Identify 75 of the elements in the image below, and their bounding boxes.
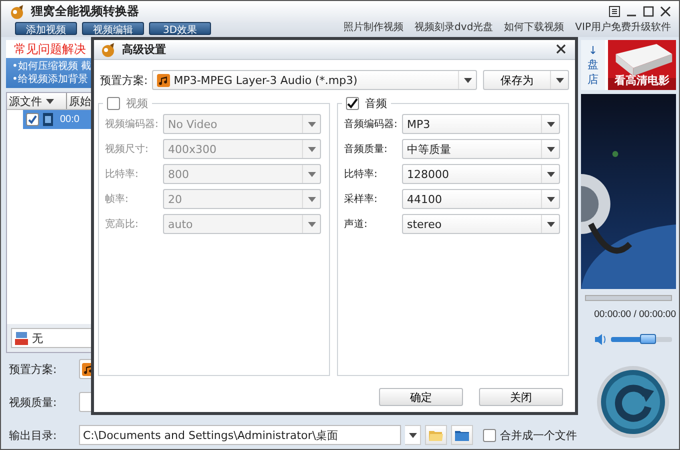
dropdown[interactable]: 44100 [402, 189, 560, 209]
menu-icon[interactable] [609, 6, 620, 17]
field-label: 视频尺寸: [105, 142, 150, 156]
group-checkbox[interactable] [346, 97, 359, 110]
check-icon [347, 98, 358, 109]
field-label: 音频质量: [344, 142, 388, 156]
field-label: 音频编码器: [344, 118, 398, 131]
caret-icon [546, 122, 554, 126]
close-icon[interactable] [660, 6, 671, 17]
speaker-icon[interactable] [595, 334, 607, 345]
merge-checkbox[interactable] [483, 428, 496, 442]
dropdown[interactable]: 128000 [402, 164, 560, 184]
caret-icon [308, 196, 316, 202]
maximize-icon[interactable] [643, 6, 654, 17]
window-title: 狸窝全能视频转换器 [31, 3, 140, 20]
top-link[interactable]: VIP用户免费升级软件 [575, 22, 671, 34]
field-label: 帧率: [105, 192, 130, 206]
caret-icon [546, 222, 554, 226]
top-link[interactable]: 照片制作视频 [344, 22, 404, 34]
dialog-title: 高级设置 [122, 42, 167, 57]
caret-icon [556, 78, 564, 82]
caret-icon [308, 146, 316, 152]
caret-icon [408, 432, 416, 438]
top-link[interactable]: 如何下载视频 [504, 22, 564, 34]
group-checkbox[interactable] [107, 97, 120, 110]
folder-icon [429, 430, 443, 440]
subtitle-icon [15, 332, 28, 344]
film-icon [42, 113, 54, 126]
toolbar-button[interactable]: 添加视频 [15, 22, 77, 35]
caret-icon [464, 78, 472, 82]
output-path-field[interactable]: C:\Documents and Settings\Administrator\桌面 [79, 425, 401, 445]
duration-text: 00:0 [60, 114, 80, 125]
field-label: 视频质量: [9, 394, 58, 410]
logo-icon [9, 4, 25, 20]
dropdown[interactable]: MP3 [402, 114, 560, 134]
caret-icon [308, 222, 316, 226]
close-icon [555, 42, 567, 54]
dialog-button[interactable]: 确定 [379, 388, 463, 406]
folder-icon [455, 430, 469, 440]
caret-icon [308, 122, 316, 126]
dialog-button[interactable]: 关闭 [479, 388, 563, 406]
caret-icon [546, 196, 554, 202]
dropdown[interactable]: stereo [402, 214, 560, 234]
caret-icon [546, 146, 554, 152]
group-title: 视频 [126, 96, 148, 111]
dropdown-button[interactable] [405, 425, 421, 445]
checkbox[interactable] [26, 113, 39, 126]
field-label: 预置方案: [9, 362, 58, 376]
merge-label: 合并成一个文件 [500, 428, 577, 442]
promo-link[interactable]: ↓ 盘 店 [581, 40, 605, 90]
caret-icon [46, 98, 54, 104]
field-label: 比特率: [344, 168, 378, 181]
toolbar-button[interactable]: 视频编辑 [82, 22, 144, 35]
field-label: 采样率: [344, 192, 378, 206]
caret-icon [308, 172, 316, 176]
browse-folder-button[interactable] [451, 425, 473, 445]
field-label: 宽高比: [105, 218, 140, 231]
save-as-button[interactable]: 保存为 [483, 70, 569, 90]
logo-icon [100, 42, 116, 58]
field-label: 视频编码器: [105, 118, 160, 131]
field-label: 声道: [344, 218, 368, 231]
convert-button[interactable] [596, 365, 670, 439]
volume-slider[interactable] [611, 337, 672, 342]
music-note-icon [156, 74, 170, 86]
top-link[interactable]: 视频刻录dvd光盘 [414, 22, 494, 34]
dropdown[interactable]: 中等质量 [402, 139, 560, 159]
time-readout: 00:00:00 / 00:00:00 [593, 308, 676, 320]
caret-icon [546, 172, 554, 176]
preset-dropdown[interactable]: MP3-MPEG Layer-3 Audio (*.mp3) [152, 70, 477, 90]
field-label: 比特率: [105, 168, 140, 181]
column-header[interactable]: 源文件 [7, 93, 67, 109]
group-title: 音频 [365, 96, 387, 111]
field-label: 输出目录: [9, 428, 58, 442]
toolbar-button[interactable]: 3D效果 [149, 22, 211, 35]
field-label: 预置方案: [100, 72, 148, 88]
